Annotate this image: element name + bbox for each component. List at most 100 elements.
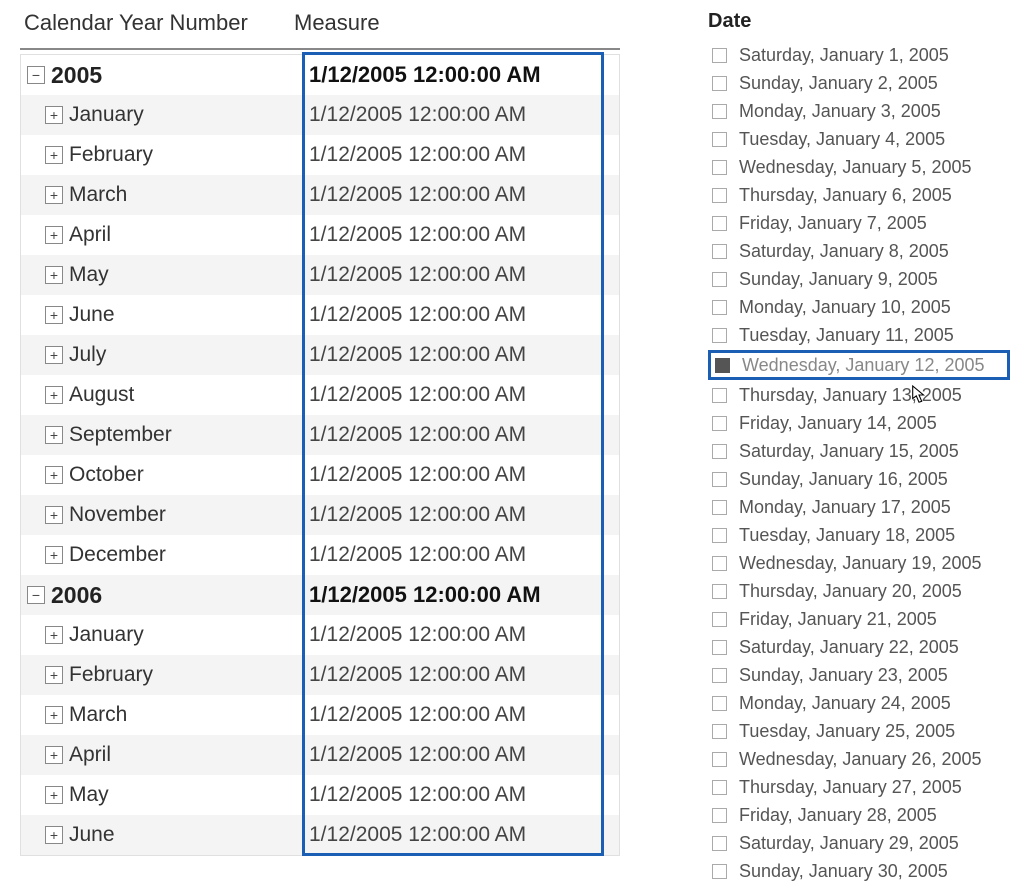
checkbox-icon[interactable] [712,76,727,91]
expand-icon[interactable] [45,626,63,644]
slicer-item[interactable]: Wednesday, January 26, 2005 [708,745,1010,773]
checkbox-icon[interactable] [712,388,727,403]
expand-icon[interactable] [45,466,63,484]
slicer-item[interactable]: Monday, January 3, 2005 [708,97,1010,125]
collapse-icon[interactable] [27,66,45,84]
expand-icon[interactable] [45,826,63,844]
slicer-item[interactable]: Sunday, January 9, 2005 [708,265,1010,293]
expand-icon[interactable] [45,306,63,324]
slicer-item[interactable]: Sunday, January 23, 2005 [708,661,1010,689]
slicer-item[interactable]: Saturday, January 15, 2005 [708,437,1010,465]
slicer-item[interactable]: Thursday, January 20, 2005 [708,577,1010,605]
expand-icon[interactable] [45,106,63,124]
checkbox-icon[interactable] [712,328,727,343]
slicer-item[interactable]: Wednesday, January 19, 2005 [708,549,1010,577]
expand-icon[interactable] [45,786,63,804]
checkbox-icon[interactable] [712,472,727,487]
matrix-row[interactable]: 20051/12/2005 12:00:00 AM [21,55,619,95]
checkbox-icon[interactable] [712,808,727,823]
slicer-item[interactable]: Tuesday, January 18, 2005 [708,521,1010,549]
slicer-item[interactable]: Sunday, January 30, 2005 [708,857,1010,885]
matrix-row[interactable]: December1/12/2005 12:00:00 AM [21,535,619,575]
expand-icon[interactable] [45,666,63,684]
checkbox-icon[interactable] [712,160,727,175]
slicer-item[interactable]: Friday, January 21, 2005 [708,605,1010,633]
checkbox-icon[interactable] [712,48,727,63]
expand-icon[interactable] [45,746,63,764]
checkbox-icon[interactable] [712,188,727,203]
checkbox-icon[interactable] [712,752,727,767]
matrix-row[interactable]: July1/12/2005 12:00:00 AM [21,335,619,375]
expand-icon[interactable] [45,226,63,244]
slicer-item[interactable]: Friday, January 7, 2005 [708,209,1010,237]
matrix-row[interactable]: September1/12/2005 12:00:00 AM [21,415,619,455]
matrix-row[interactable]: May1/12/2005 12:00:00 AM [21,775,619,815]
expand-icon[interactable] [45,386,63,404]
expand-icon[interactable] [45,186,63,204]
slicer-item[interactable]: Sunday, January 2, 2005 [708,69,1010,97]
checkbox-icon[interactable] [712,556,727,571]
checkbox-icon[interactable] [712,724,727,739]
checkbox-icon[interactable] [712,272,727,287]
matrix-row[interactable]: June1/12/2005 12:00:00 AM [21,295,619,335]
checkbox-icon[interactable] [712,444,727,459]
slicer-item[interactable]: Saturday, January 8, 2005 [708,237,1010,265]
slicer-item[interactable]: Saturday, January 1, 2005 [708,41,1010,69]
slicer-item[interactable]: Thursday, January 6, 2005 [708,181,1010,209]
slicer-item[interactable]: Friday, January 14, 2005 [708,409,1010,437]
checkbox-icon[interactable] [715,358,730,373]
matrix-row[interactable]: 20061/12/2005 12:00:00 AM [21,575,619,615]
checkbox-icon[interactable] [712,132,727,147]
slicer-item[interactable]: Sunday, January 16, 2005 [708,465,1010,493]
checkbox-icon[interactable] [712,612,727,627]
slicer-item[interactable]: Monday, January 10, 2005 [708,293,1010,321]
matrix-row[interactable]: February1/12/2005 12:00:00 AM [21,135,619,175]
checkbox-icon[interactable] [712,300,727,315]
checkbox-icon[interactable] [712,640,727,655]
expand-icon[interactable] [45,506,63,524]
slicer-item[interactable]: Wednesday, January 12, 2005 [708,350,1010,380]
checkbox-icon[interactable] [712,500,727,515]
checkbox-icon[interactable] [712,244,727,259]
matrix-row[interactable]: May1/12/2005 12:00:00 AM [21,255,619,295]
matrix-row[interactable]: November1/12/2005 12:00:00 AM [21,495,619,535]
slicer-item[interactable]: Tuesday, January 4, 2005 [708,125,1010,153]
checkbox-icon[interactable] [712,528,727,543]
expand-icon[interactable] [45,146,63,164]
slicer-item[interactable]: Wednesday, January 5, 2005 [708,153,1010,181]
checkbox-icon[interactable] [712,584,727,599]
checkbox-icon[interactable] [712,696,727,711]
matrix-row[interactable]: March1/12/2005 12:00:00 AM [21,175,619,215]
collapse-icon[interactable] [27,586,45,604]
matrix-row[interactable]: August1/12/2005 12:00:00 AM [21,375,619,415]
slicer-item[interactable]: Saturday, January 22, 2005 [708,633,1010,661]
matrix-row[interactable]: June1/12/2005 12:00:00 AM [21,815,619,855]
expand-icon[interactable] [45,426,63,444]
checkbox-icon[interactable] [712,780,727,795]
matrix-row[interactable]: January1/12/2005 12:00:00 AM [21,95,619,135]
checkbox-icon[interactable] [712,836,727,851]
slicer-item[interactable]: Monday, January 24, 2005 [708,689,1010,717]
expand-icon[interactable] [45,346,63,364]
expand-icon[interactable] [45,266,63,284]
slicer-item[interactable]: Friday, January 28, 2005 [708,801,1010,829]
slicer-item[interactable]: Thursday, January 27, 2005 [708,773,1010,801]
slicer-item[interactable]: Thursday, January 13, 2005 [708,381,1010,409]
slicer-item[interactable]: Monday, January 17, 2005 [708,493,1010,521]
expand-icon[interactable] [45,546,63,564]
slicer-item[interactable]: Tuesday, January 11, 2005 [708,321,1010,349]
matrix-row[interactable]: March1/12/2005 12:00:00 AM [21,695,619,735]
slicer-item[interactable]: Tuesday, January 25, 2005 [708,717,1010,745]
checkbox-icon[interactable] [712,416,727,431]
expand-icon[interactable] [45,706,63,724]
checkbox-icon[interactable] [712,216,727,231]
matrix-row[interactable]: April1/12/2005 12:00:00 AM [21,215,619,255]
checkbox-icon[interactable] [712,668,727,683]
slicer-item[interactable]: Saturday, January 29, 2005 [708,829,1010,857]
matrix-row[interactable]: October1/12/2005 12:00:00 AM [21,455,619,495]
matrix-row[interactable]: April1/12/2005 12:00:00 AM [21,735,619,775]
matrix-row[interactable]: February1/12/2005 12:00:00 AM [21,655,619,695]
checkbox-icon[interactable] [712,104,727,119]
checkbox-icon[interactable] [712,864,727,879]
matrix-row[interactable]: January1/12/2005 12:00:00 AM [21,615,619,655]
